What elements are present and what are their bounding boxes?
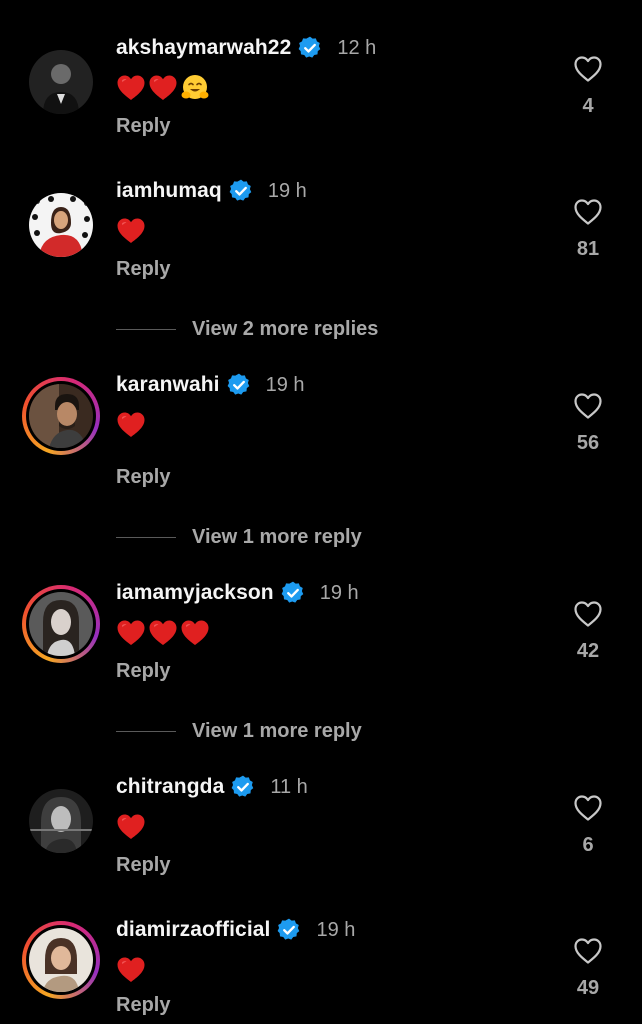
divider — [116, 329, 176, 330]
view-more-replies-label: View 1 more reply — [192, 720, 362, 742]
reply-button[interactable]: Reply — [116, 115, 170, 138]
verified-badge-icon — [280, 580, 306, 606]
verified-badge-icon — [297, 35, 323, 61]
comment-username[interactable]: diamirzaofficial — [116, 918, 270, 942]
comment-username[interactable]: akshaymarwah22 — [116, 36, 291, 60]
avatar[interactable] — [22, 43, 100, 121]
like-button[interactable]: 49 — [568, 937, 608, 1000]
comment-time: 19 h — [267, 179, 307, 202]
comment-text — [116, 410, 146, 440]
verified-badge-icon — [226, 372, 252, 398]
like-button[interactable]: 6 — [568, 794, 608, 857]
comment-text — [116, 216, 146, 246]
heart-outline-icon[interactable] — [573, 198, 603, 226]
verified-badge-icon — [230, 774, 256, 800]
red-heart-emoji-icon — [180, 618, 210, 648]
comment-username[interactable]: iamhumaq — [116, 179, 222, 203]
comment-text — [116, 955, 146, 985]
comment-username[interactable]: karanwahi — [116, 373, 220, 397]
red-heart-emoji-icon — [116, 216, 146, 246]
red-heart-emoji-icon — [116, 955, 146, 985]
verified-badge-icon — [276, 917, 302, 943]
avatar[interactable] — [22, 377, 100, 455]
view-more-replies-label: View 1 more reply — [192, 526, 362, 548]
view-more-replies-button[interactable]: View 1 more reply — [116, 526, 362, 549]
divider — [116, 731, 176, 732]
like-count: 4 — [582, 95, 594, 117]
avatar[interactable] — [22, 585, 100, 663]
avatar[interactable] — [22, 921, 100, 999]
avatar[interactable] — [22, 186, 100, 264]
red-heart-emoji-icon — [148, 618, 178, 648]
red-heart-emoji-icon — [116, 73, 146, 103]
reply-button[interactable]: Reply — [116, 258, 170, 281]
red-heart-emoji-icon — [116, 410, 146, 440]
like-count: 56 — [576, 432, 600, 454]
like-count: 42 — [576, 640, 600, 662]
like-count: 81 — [576, 238, 600, 260]
reply-button[interactable]: Reply — [116, 994, 170, 1017]
comment-time: 19 h — [265, 373, 305, 396]
comment-username[interactable]: chitrangda — [116, 775, 224, 799]
heart-outline-icon[interactable] — [573, 55, 603, 83]
comment-username[interactable]: iamamyjackson — [116, 581, 274, 605]
comment-time: 12 h — [337, 36, 377, 59]
reply-button[interactable]: Reply — [116, 466, 170, 489]
comment-time: 11 h — [270, 775, 308, 798]
comment-time: 19 h — [316, 918, 356, 941]
like-button[interactable]: 56 — [568, 392, 608, 455]
hugging-face-emoji-icon — [180, 73, 210, 103]
like-button[interactable]: 81 — [568, 198, 608, 261]
comment-text — [116, 73, 210, 103]
like-button[interactable]: 42 — [568, 600, 608, 663]
avatar[interactable] — [22, 782, 100, 860]
heart-outline-icon[interactable] — [573, 392, 603, 420]
heart-outline-icon[interactable] — [573, 937, 603, 965]
verified-badge-icon — [228, 178, 254, 204]
reply-button[interactable]: Reply — [116, 660, 170, 683]
like-count: 6 — [582, 834, 594, 856]
heart-outline-icon[interactable] — [573, 794, 603, 822]
comment-text — [116, 812, 146, 842]
red-heart-emoji-icon — [116, 618, 146, 648]
heart-outline-icon[interactable] — [573, 600, 603, 628]
reply-button[interactable]: Reply — [116, 854, 170, 877]
view-more-replies-button[interactable]: View 2 more replies — [116, 318, 378, 341]
divider — [116, 537, 176, 538]
view-more-replies-button[interactable]: View 1 more reply — [116, 720, 362, 743]
red-heart-emoji-icon — [116, 812, 146, 842]
comment-time: 19 h — [319, 581, 359, 604]
like-button[interactable]: 4 — [568, 55, 608, 118]
red-heart-emoji-icon — [148, 73, 178, 103]
view-more-replies-label: View 2 more replies — [192, 318, 379, 340]
comment-text — [116, 618, 210, 648]
like-count: 49 — [576, 977, 600, 999]
